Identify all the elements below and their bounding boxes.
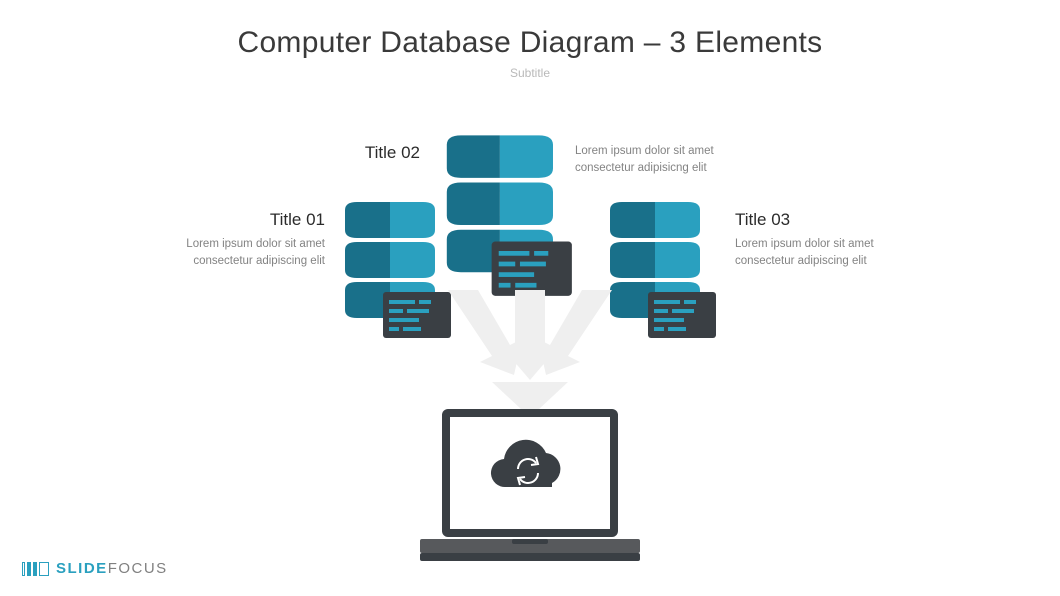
slide-title: Computer Database Diagram – 3 Elements <box>0 26 1060 60</box>
element-2-desc-block: Lorem ipsum dolor sit amet consectetur a… <box>575 143 775 176</box>
database-icon-2 <box>435 133 588 310</box>
flow-arrows <box>410 290 650 420</box>
element-2-desc: Lorem ipsum dolor sit amet consectetur a… <box>575 143 775 176</box>
element-2-title-block: Title 02 <box>285 143 420 169</box>
element-3-title: Title 03 <box>735 210 905 230</box>
slide-subtitle: Subtitle <box>0 66 1060 80</box>
element-1-text: Title 01 Lorem ipsum dolor sit amet cons… <box>155 210 325 269</box>
element-3-desc: Lorem ipsum dolor sit amet consectetur a… <box>735 236 905 269</box>
element-1-desc: Lorem ipsum dolor sit amet consectetur a… <box>155 236 325 269</box>
element-1-title: Title 01 <box>155 210 325 230</box>
brand-bars-icon <box>22 562 49 576</box>
element-3-text: Title 03 Lorem ipsum dolor sit amet cons… <box>735 210 905 269</box>
brand-word-1: SLIDE <box>56 560 108 577</box>
brand-word-2: FOCUS <box>108 560 168 577</box>
element-2-title: Title 02 <box>285 143 420 163</box>
brand-logo: SLIDEFOCUS <box>22 560 168 578</box>
laptop-icon <box>420 405 640 570</box>
